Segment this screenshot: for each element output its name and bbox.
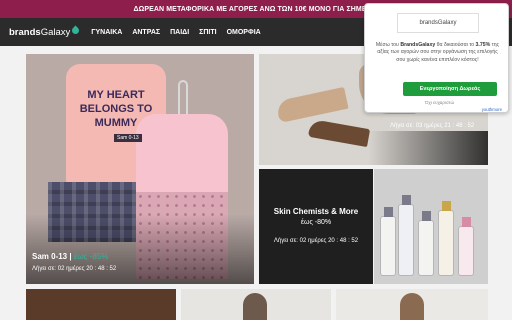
model-image — [243, 293, 267, 320]
category-menu: ΓΥΝΑΙΚΑ ΑΝΤΡΑΣ ΠΑΙΔΙ ΣΠΙΤΙ ΟΜΟΡΦΙΑ — [91, 29, 270, 36]
nav-item-home[interactable]: ΣΠΙΤΙ — [199, 29, 216, 36]
caption-shade — [26, 214, 254, 284]
product-bottle-image — [438, 201, 454, 276]
msg-part: Μέσω του — [375, 42, 401, 48]
campaign-tile-cosmetics-image[interactable] — [374, 169, 488, 284]
product-bottle-image — [398, 195, 414, 276]
site-logo[interactable]: brands Galaxy — [9, 25, 81, 38]
activate-donation-button[interactable]: Ενεργοποίηση Δωρεάς — [403, 82, 497, 96]
campaign-timer: Λήγει σε: 02 ημέρες 20 : 48 : 52 — [32, 266, 117, 272]
campaign-discount: έως -80% — [300, 219, 332, 226]
product-bottle-image — [458, 217, 474, 276]
product-bottle-image — [418, 211, 434, 276]
campaign-discount: έως -85% — [73, 252, 109, 261]
shoe-image — [275, 86, 349, 124]
campaign-tile-skin-chemists[interactable]: Skin Chemists & More έως -80% Λήγει σε: … — [259, 169, 373, 284]
campaign-timer: Λήγει σε: 03 ημέρες 21 : 48 : 52 — [390, 123, 475, 129]
campaign-tile-kids[interactable]: MY HEART BELONGS TO MUMMY Sam 0-13 Sam 0… — [26, 54, 254, 284]
model-image — [400, 293, 424, 320]
hanger-hook — [178, 80, 188, 114]
donation-extension-popup: brandsGalaxy Μέσω του BrandsGalaxy θα δι… — [364, 3, 509, 113]
logo-galaxy-text: Galaxy — [40, 26, 71, 38]
campaign-name: Sam 0-13 | — [32, 252, 74, 261]
product-bottle-image — [380, 207, 396, 276]
nav-item-kids[interactable]: ΠΑΙΔΙ — [170, 29, 189, 36]
logo-brand-text: brands — [9, 26, 41, 38]
msg-part: θα δικαιούσαι το — [435, 42, 476, 48]
powered-by-label: youthmore — [481, 107, 502, 112]
campaign-tile-bottom-3[interactable] — [336, 289, 488, 320]
nav-item-women[interactable]: ΓΥΝΑΙΚΑ — [91, 29, 122, 36]
campaign-tile-bottom-1[interactable] — [26, 289, 176, 320]
campaign-title: Skin Chemists & More — [273, 207, 359, 216]
shoe-image — [307, 118, 371, 148]
caption-shade — [368, 131, 488, 165]
msg-brand: BrandsGalaxy — [400, 42, 436, 48]
popup-message: Μέσω του BrandsGalaxy θα δικαιούσαι το 3… — [373, 42, 502, 64]
popup-logo: brandsGalaxy — [397, 13, 479, 33]
heart-icon — [70, 25, 81, 35]
promo-text: ΔΩΡΕΑΝ ΜΕΤΑΦΟΡΙΚΑ ΜΕ ΑΓΟΡΕΣ ΑΝΩ ΤΩΝ 10€ … — [133, 5, 379, 13]
campaign-tile-bottom-2[interactable] — [181, 289, 331, 320]
msg-percentage: 3.75% — [475, 42, 491, 48]
nav-item-beauty[interactable]: ΟΜΟΡΦΙΑ — [227, 29, 261, 36]
campaign-timer: Λήγει σε: 02 ημέρες 20 : 48 : 52 — [273, 238, 359, 244]
campaign-title: Sam 0-13 | έως -85% — [32, 252, 108, 261]
product-tag: Sam 0-13 — [114, 134, 142, 142]
dismiss-link[interactable]: Όχι ευχαριστώ — [425, 100, 454, 105]
nav-item-men[interactable]: ΑΝΤΡΑΣ — [132, 29, 160, 36]
